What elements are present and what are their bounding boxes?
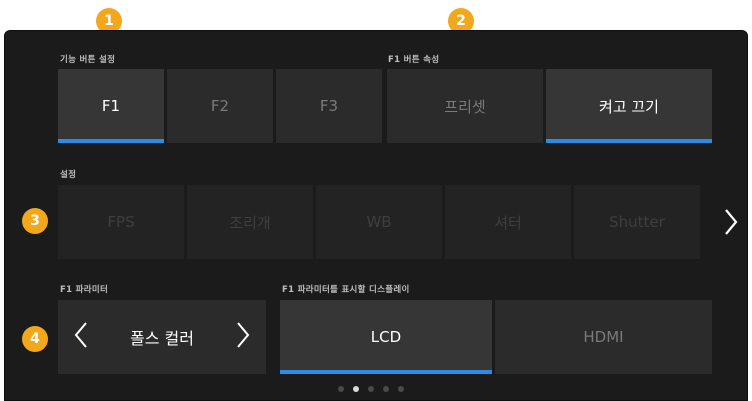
page-dot[interactable] — [338, 386, 344, 392]
f1-button-label: F1 — [101, 97, 121, 115]
fps-button-label: FPS — [107, 213, 135, 231]
preset-button[interactable]: 프리셋 — [387, 69, 543, 143]
chevron-right-icon[interactable] — [723, 207, 739, 237]
toggle-button[interactable]: 켜고 끄기 — [546, 69, 712, 143]
function-buttons-label: 기능 버튼 설정 — [60, 55, 116, 65]
callout-badge-4: 4 — [22, 326, 48, 352]
wb-button[interactable]: WB — [316, 185, 442, 259]
hdmi-button[interactable]: HDMI — [495, 300, 712, 374]
selected-indicator — [546, 139, 712, 143]
selected-indicator — [58, 139, 164, 143]
shutter-button[interactable]: Shutter — [574, 185, 700, 259]
page-dot[interactable] — [368, 386, 374, 392]
chevron-left-icon[interactable] — [74, 321, 88, 349]
wb-button-label: WB — [366, 213, 392, 231]
toggle-button-label: 켜고 끄기 — [599, 97, 659, 116]
f3-button[interactable]: F3 — [276, 69, 382, 143]
f1-button[interactable]: F1 — [58, 69, 164, 143]
callout-badge-3: 3 — [22, 208, 48, 234]
shutter-kr-button[interactable]: 셔터 — [445, 185, 571, 259]
parameter-label: F1 파라미터 — [60, 285, 109, 295]
page-dot-active[interactable] — [353, 386, 359, 392]
f2-button[interactable]: F2 — [167, 69, 273, 143]
fps-button[interactable]: FPS — [58, 185, 184, 259]
chevron-right-icon[interactable] — [236, 321, 250, 349]
page-indicator — [338, 386, 404, 392]
display-label: F1 파라미터를 표시할 디스플레이 — [282, 285, 410, 295]
f2-button-label: F2 — [210, 97, 230, 115]
page-dot[interactable] — [383, 386, 389, 392]
settings-label: 설정 — [60, 170, 77, 180]
iris-button[interactable]: 조리개 — [187, 185, 313, 259]
hdmi-button-label: HDMI — [583, 328, 624, 346]
preset-button-label: 프리셋 — [444, 97, 486, 116]
iris-button-label: 조리개 — [229, 213, 271, 232]
shutter-kr-button-label: 셔터 — [494, 213, 522, 232]
page-dot[interactable] — [398, 386, 404, 392]
lcd-button-label: LCD — [370, 328, 402, 346]
selected-indicator — [280, 370, 492, 374]
parameter-stepper[interactable]: 폴스 컬러 — [58, 300, 266, 374]
lcd-button[interactable]: LCD — [280, 300, 492, 374]
shutter-button-label: Shutter — [609, 213, 665, 231]
button-behavior-label: F1 버튼 속성 — [388, 55, 440, 65]
parameter-value: 폴스 컬러 — [130, 329, 194, 348]
f3-button-label: F3 — [319, 97, 339, 115]
